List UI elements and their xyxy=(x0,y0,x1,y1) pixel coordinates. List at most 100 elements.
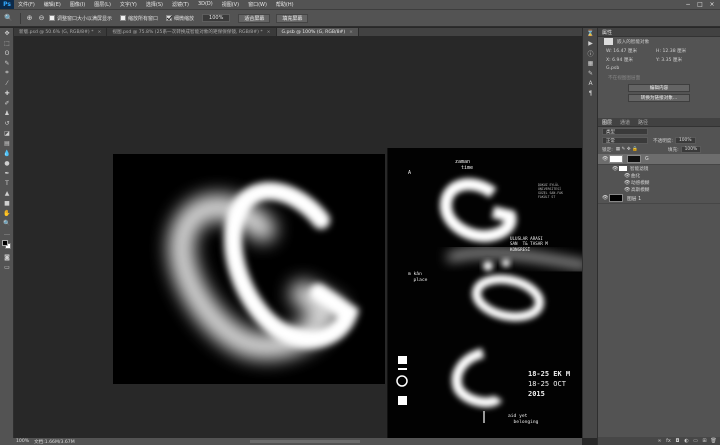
poster-document[interactable]: zaman time A DOKUZ EYLÜL ÜNİVERSİTESİ GÜ… xyxy=(387,148,593,438)
swatches-panel-icon[interactable]: ▦ xyxy=(583,58,598,68)
tab-document-2[interactable]: 视图.psd @ 75.8% (25系一次转换成智能对象的矩保保保镜, RGB/… xyxy=(107,28,277,36)
pen-tool-icon[interactable]: ✒ xyxy=(0,168,14,178)
edit-contents-button[interactable]: 编辑内容 xyxy=(628,84,690,92)
quick-select-tool-icon[interactable]: ✎ xyxy=(0,58,14,68)
shape-tool-icon[interactable]: ■ xyxy=(0,198,14,208)
zoom-in-icon[interactable]: ⊕ xyxy=(25,14,34,23)
menu-item[interactable]: 图层(L) xyxy=(94,1,111,8)
visibility-eye-icon[interactable]: 👁 xyxy=(624,180,631,186)
marquee-tool-icon[interactable]: ⬚ xyxy=(0,38,14,48)
menu-item[interactable]: 编辑(E) xyxy=(44,1,61,8)
dodge-tool-icon[interactable]: ● xyxy=(0,158,14,168)
tab-paths[interactable]: 路径 xyxy=(638,119,648,126)
eraser-tool-icon[interactable]: ◪ xyxy=(0,128,14,138)
layer-comp-select[interactable]: 不在视图图层面 xyxy=(608,75,640,81)
visibility-eye-icon[interactable]: 👁 xyxy=(624,187,631,193)
status-zoom[interactable]: 100% xyxy=(16,439,34,444)
menu-item[interactable]: 视图(V) xyxy=(222,1,239,8)
brush-panel-icon[interactable]: ✎ xyxy=(583,68,598,78)
tab-document-3[interactable]: G.psb @ 100% (G, RGB/8#) × xyxy=(276,28,359,36)
width-field[interactable]: W: 16.47 厘米 xyxy=(606,48,656,54)
status-doc-size[interactable]: 文档:1.66M/3.67M xyxy=(34,439,75,445)
lock-icons[interactable]: ▦ ✎ ✥ 🔒 xyxy=(616,147,638,152)
x-field[interactable]: X: 6.94 厘米 xyxy=(606,57,656,63)
history-panel-icon[interactable]: ⌛ xyxy=(583,28,598,38)
close-tab-icon[interactable]: × xyxy=(267,30,271,35)
close-tab-icon[interactable]: × xyxy=(98,30,102,35)
actions-panel-icon[interactable]: ▶ xyxy=(583,38,598,48)
smart-filter-item[interactable]: 👁 曲化 xyxy=(598,172,720,179)
smart-filter-item[interactable]: 👁 动感模糊 xyxy=(598,179,720,186)
visibility-eye-icon[interactable]: 👁 xyxy=(624,173,631,179)
scrubby-zoom-checkbox[interactable]: 细微缩放 xyxy=(166,15,194,22)
fill-field[interactable]: 100% xyxy=(680,146,702,153)
menu-item[interactable]: 选择(S) xyxy=(146,1,163,8)
zoom-tool-icon[interactable]: 🔍 xyxy=(4,14,13,23)
character-panel-icon[interactable]: A xyxy=(583,78,598,88)
opacity-field[interactable]: 100% xyxy=(674,137,696,144)
zoom-value-field[interactable]: 100% xyxy=(202,14,231,22)
visibility-eye-icon[interactable]: 👁 xyxy=(602,156,609,162)
layer-mask-icon[interactable]: ◘ xyxy=(673,438,682,444)
layer-row-1[interactable]: 👁 图层 1 xyxy=(598,193,720,204)
gradient-tool-icon[interactable]: ▤ xyxy=(0,138,14,148)
screen-mode-icon[interactable]: ▭ xyxy=(0,262,14,272)
resize-windows-checkbox[interactable]: 调整窗口大小以满屏显示 xyxy=(49,15,112,22)
blur-tool-icon[interactable]: 💧 xyxy=(0,148,14,158)
tab-channels[interactable]: 通道 xyxy=(620,119,630,126)
brush-tool-icon[interactable]: ✐ xyxy=(0,98,14,108)
canvas-area[interactable]: zaman time A DOKUZ EYLÜL ÜNİVERSİTESİ GÜ… xyxy=(14,36,593,438)
layer-row-g[interactable]: 👁 G xyxy=(598,154,720,165)
horizontal-scrollbar[interactable] xyxy=(250,440,360,443)
tab-layers[interactable]: 图层 xyxy=(602,119,612,126)
zoom-out-icon[interactable]: ⊖ xyxy=(37,14,46,23)
layer-style-icon[interactable]: fx xyxy=(664,438,673,444)
healing-brush-tool-icon[interactable]: ✚ xyxy=(0,88,14,98)
history-brush-tool-icon[interactable]: ↺ xyxy=(0,118,14,128)
close-tab-icon[interactable]: × xyxy=(349,30,353,35)
paragraph-panel-icon[interactable]: ¶ xyxy=(583,88,598,98)
adjustment-layer-icon[interactable]: ◐ xyxy=(682,438,691,444)
convert-to-linked-button[interactable]: 转换为链接对象... xyxy=(628,94,690,102)
zoom-all-checkbox[interactable]: 缩放所有窗口 xyxy=(120,15,158,22)
info-panel-icon[interactable]: ⓘ xyxy=(583,48,598,58)
crop-tool-icon[interactable]: ⌗ xyxy=(0,68,14,78)
menu-item[interactable]: 3D(D) xyxy=(198,1,213,8)
fit-screen-button[interactable]: 适合屏幕 xyxy=(238,13,271,23)
menu-item[interactable]: 帮助(H) xyxy=(276,1,294,8)
foreground-color-swatch[interactable] xyxy=(2,240,8,246)
menu-item[interactable]: 图像(I) xyxy=(70,1,85,8)
visibility-eye-icon[interactable]: 👁 xyxy=(602,195,609,201)
fill-screen-button[interactable]: 填充屏幕 xyxy=(276,13,309,23)
close-button[interactable]: × xyxy=(706,1,718,8)
tab-document-1[interactable]: 新版.psd @ 50.6% (G, RGB/8#) * × xyxy=(14,28,108,36)
hand-tool-icon[interactable]: ✋ xyxy=(0,208,14,218)
link-layers-icon[interactable]: ∞ xyxy=(655,438,664,444)
delete-layer-icon[interactable]: 🗑 xyxy=(709,438,718,444)
zoom-tool-sidebar-icon[interactable]: 🔍 xyxy=(0,218,14,228)
menu-item[interactable]: 文字(Y) xyxy=(120,1,137,8)
more-tools-icon[interactable]: … xyxy=(0,228,14,238)
move-tool-icon[interactable]: ✥ xyxy=(0,28,14,38)
layer-kind-filter[interactable]: 类型 xyxy=(602,128,648,135)
path-select-tool-icon[interactable]: ▲ xyxy=(0,188,14,198)
menu-item[interactable]: 文件(F) xyxy=(18,1,35,8)
color-swatches[interactable] xyxy=(0,238,14,252)
eyedropper-tool-icon[interactable]: ⁄ xyxy=(0,78,14,88)
height-field[interactable]: H: 12.38 厘米 xyxy=(656,48,686,54)
lasso-tool-icon[interactable]: ʘ xyxy=(0,48,14,58)
blend-mode-select[interactable]: 正常 xyxy=(602,137,648,144)
new-group-icon[interactable]: ▭ xyxy=(691,438,700,444)
menu-item[interactable]: 滤镜(T) xyxy=(172,1,189,8)
quick-mask-icon[interactable]: ◙ xyxy=(0,252,14,262)
y-field[interactable]: Y: 3.35 厘米 xyxy=(656,57,682,63)
smart-filter-item[interactable]: 👁 高斯模糊 xyxy=(598,186,720,193)
maximize-button[interactable]: □ xyxy=(694,1,706,8)
minimize-button[interactable]: − xyxy=(682,1,694,8)
new-layer-icon[interactable]: ⊞ xyxy=(700,438,709,444)
document-canvas[interactable] xyxy=(113,154,385,384)
clone-stamp-tool-icon[interactable]: ♟ xyxy=(0,108,14,118)
smart-filters-header[interactable]: 👁 智能滤镜 xyxy=(598,165,720,172)
visibility-eye-icon[interactable]: 👁 xyxy=(612,166,619,172)
type-tool-icon[interactable]: T xyxy=(0,178,14,188)
